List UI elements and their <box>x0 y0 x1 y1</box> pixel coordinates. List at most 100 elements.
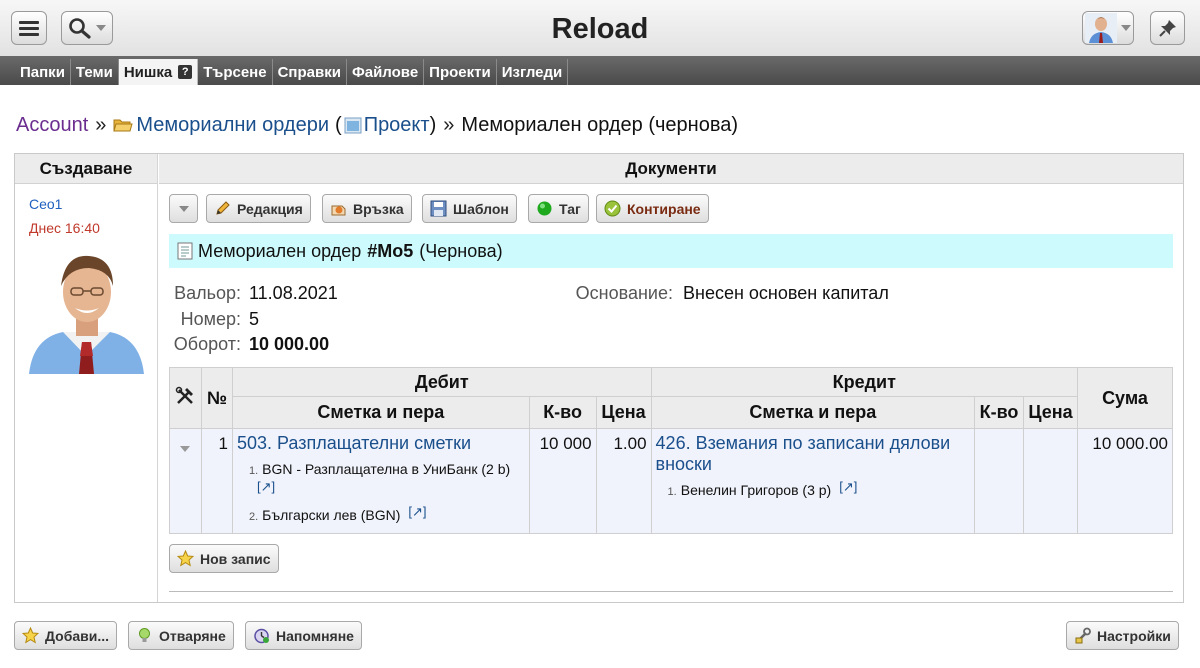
list-item: 1. Венелин Григоров (3 p) [↗] <box>656 479 971 502</box>
creation-column: Създаване Ceo1 Днес 16:40 <box>15 154 158 602</box>
settings-button[interactable]: Настройки <box>1066 621 1179 650</box>
tab-label: Изгледи <box>501 63 563 81</box>
tab-search[interactable]: Търсене <box>198 59 273 85</box>
debit-price-header: Цена <box>595 396 652 429</box>
post-button[interactable]: Контиране <box>596 194 709 223</box>
alarm-clock-icon <box>254 628 269 644</box>
breadcrumb-account-link[interactable]: Account <box>16 114 88 137</box>
debit-account-cell: 503. Разплащателни сметки 1. BGN - Разпла… <box>231 428 530 534</box>
lightbulb-icon <box>139 628 150 642</box>
pin-button[interactable] <box>1150 11 1185 45</box>
item-number: 2. <box>248 511 259 523</box>
item-number: 1. <box>667 486 677 498</box>
help-icon[interactable]: ? <box>178 65 193 79</box>
valor-label: Вальор: <box>174 283 241 303</box>
template-button[interactable]: Шаблон <box>422 194 517 223</box>
settings-button-label: Настройки <box>1097 627 1171 644</box>
breadcrumb-paren-close: ) <box>429 114 437 136</box>
row-actions-cell[interactable] <box>169 428 202 534</box>
row-number: 1 <box>200 428 233 534</box>
tools-icon <box>176 386 194 404</box>
post-button-label: Контиране <box>627 200 701 217</box>
tools-settings-icon <box>1075 627 1091 644</box>
star-icon <box>22 627 39 644</box>
debit-qty-header: К-во <box>528 396 597 429</box>
open-button[interactable]: Отваряне <box>128 621 234 650</box>
add-button[interactable]: Добави... <box>14 621 118 650</box>
link-button-label: Връзка <box>353 200 404 217</box>
debit-account-link[interactable]: 503. Разплащателни сметки <box>237 433 471 453</box>
tab-projects[interactable]: Проекти <box>424 59 497 85</box>
tab-topics[interactable]: Теми <box>71 59 119 85</box>
reminder-button[interactable]: Напомняне <box>245 621 362 650</box>
tab-label: Файлове <box>351 63 419 81</box>
credit-account-cell: 426. Вземания по записани дялови вноски … <box>650 428 976 534</box>
tag-dot-icon <box>537 201 552 216</box>
basis-label: Основание: <box>575 283 673 303</box>
folder-icon <box>113 119 134 132</box>
breadcrumb-folder-link[interactable]: Мемориални ордери <box>136 114 329 137</box>
breadcrumb: Account » Мемориални ордери ( Проект ) »… <box>16 114 738 137</box>
credit-price-header: Цена <box>1023 396 1078 429</box>
document-title-bar: Мемориален ордер #Mo5 (Чернова) <box>169 234 1173 268</box>
open-button-label: Отваряне <box>159 627 226 644</box>
creation-time: Днес 16:40 <box>29 220 100 236</box>
credit-price <box>1023 428 1078 534</box>
actions-dropdown-button[interactable] <box>169 194 198 223</box>
external-link-icon[interactable]: [↗] <box>257 479 275 494</box>
tab-views[interactable]: Изгледи <box>497 59 569 85</box>
edit-button[interactable]: Редакция <box>206 194 311 223</box>
tab-reports[interactable]: Справки <box>273 59 347 85</box>
credit-qty <box>974 428 1025 534</box>
app-title: Reload <box>551 13 649 45</box>
document-number-tag: #Mo5 <box>367 240 414 261</box>
credit-header: Кредит <box>650 367 1079 397</box>
user-menu-button[interactable] <box>1082 11 1134 45</box>
valor-value: 11.08.2021 <box>249 283 338 303</box>
tag-button[interactable]: Таг <box>528 194 589 223</box>
project-icon <box>344 117 362 134</box>
external-link-icon[interactable]: [↗] <box>839 479 857 494</box>
new-entry-button-label: Нов запис <box>200 550 271 567</box>
chevron-down-icon <box>1121 25 1131 31</box>
document-status: (Чернова) <box>419 240 503 261</box>
number-value: 5 <box>249 309 260 329</box>
documents-column: Документи Редакция Връзка Шаблон Таг Кон… <box>159 154 1183 602</box>
search-button[interactable] <box>61 11 113 45</box>
breadcrumb-separator: » <box>443 114 455 136</box>
pencil-icon <box>216 201 230 215</box>
save-template-icon <box>430 200 447 217</box>
tab-files[interactable]: Файлове <box>347 59 425 85</box>
link-button[interactable]: Връзка <box>322 194 412 223</box>
list-item: 1. BGN - Разплащателна в УниБанк (2 b) [↗] <box>237 460 525 500</box>
link-icon <box>331 205 346 216</box>
credit-account-link[interactable]: 426. Вземания по записани дялови вноски <box>656 433 951 474</box>
tab-label: Папки <box>20 63 65 81</box>
debit-account-header: Сметка и пера <box>231 396 530 429</box>
breadcrumb-project-link[interactable]: Проект <box>364 114 430 137</box>
divider <box>169 591 1173 592</box>
new-entry-button[interactable]: Нов запис <box>169 544 279 573</box>
tab-thread[interactable]: Нишка? <box>118 59 199 85</box>
thread-panel: Създаване Ceo1 Днес 16:40 Документи Реда… <box>14 153 1184 603</box>
external-link-icon[interactable]: [↗] <box>408 504 426 519</box>
credit-qty-header: К-во <box>974 396 1025 429</box>
tab-label: Теми <box>75 63 113 81</box>
creator-name-link[interactable]: Ceo1 <box>29 196 62 212</box>
item-number: 1. <box>248 465 259 477</box>
main-menu-button[interactable] <box>11 11 47 45</box>
hamburger-icon <box>19 21 39 36</box>
credit-items-list: 1. Венелин Григоров (3 p) [↗] <box>656 479 971 502</box>
tab-folders[interactable]: Папки <box>15 59 71 85</box>
breadcrumb-separator: » <box>95 114 107 136</box>
ledger-table: № Дебит Кредит Сума Сметка и пера К-во Ц… <box>169 367 1173 534</box>
chevron-down-icon <box>96 25 106 31</box>
avatar[interactable] <box>27 246 146 374</box>
credit-account-header: Сметка и пера <box>650 396 976 429</box>
debit-header: Дебит <box>231 367 652 397</box>
chevron-down-icon[interactable] <box>180 446 191 452</box>
debit-price: 1.00 <box>595 428 652 534</box>
tab-label: Нишка <box>123 63 173 81</box>
row-amount: 10 000.00 <box>1077 428 1173 534</box>
star-icon <box>177 550 194 567</box>
